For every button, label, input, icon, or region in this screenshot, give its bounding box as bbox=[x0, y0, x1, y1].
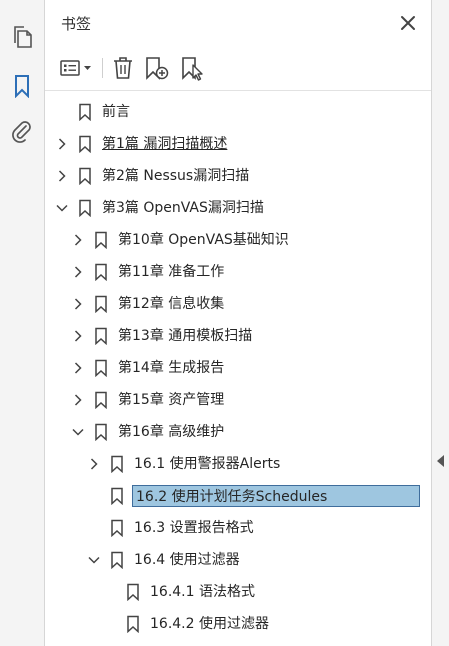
bookmark-label[interactable]: 第11章 准备工作 bbox=[116, 262, 226, 282]
bookmark-row[interactable]: 第10章 OpenVAS基础知识 bbox=[45, 224, 431, 256]
navigation-rail bbox=[0, 0, 45, 646]
copy-pages-icon bbox=[11, 25, 33, 49]
chevron-right-icon[interactable] bbox=[71, 361, 85, 375]
bookmark-icon bbox=[94, 423, 108, 441]
bookmark-icon bbox=[13, 74, 31, 98]
bookmarks-toolbar bbox=[45, 46, 431, 91]
bookmark-label[interactable]: 第16章 高级维护 bbox=[116, 422, 226, 442]
close-panel-button[interactable] bbox=[399, 14, 417, 32]
bookmark-row[interactable]: 第15章 资产管理 bbox=[45, 384, 431, 416]
toolbar-separator bbox=[102, 58, 103, 78]
chevron-right-icon[interactable] bbox=[71, 233, 85, 247]
bookmark-label-selected[interactable]: 16.2 使用计划任务Schedules bbox=[132, 485, 420, 507]
bookmark-row[interactable]: 16.4 使用过滤器 bbox=[45, 544, 431, 576]
options-dropdown-button[interactable] bbox=[59, 54, 99, 82]
bookmarks-panel: 书签 前言 第1篇 漏洞扫描概述 第2篇 Nessus漏洞扫描 第3篇 Open… bbox=[45, 0, 431, 646]
bookmarks-panel-button[interactable] bbox=[8, 72, 36, 100]
bookmark-row[interactable]: 第1篇 漏洞扫描概述 bbox=[45, 128, 431, 160]
bookmark-icon bbox=[110, 551, 124, 569]
bookmark-label[interactable]: 第12章 信息收集 bbox=[116, 294, 226, 314]
new-bookmark-icon bbox=[143, 55, 171, 81]
bookmark-row[interactable]: 第3篇 OpenVAS漏洞扫描 bbox=[45, 192, 431, 224]
bookmark-row[interactable]: 第11章 准备工作 bbox=[45, 256, 431, 288]
bookmark-label[interactable]: 16.3 设置报告格式 bbox=[132, 518, 256, 538]
bookmark-label[interactable]: 第10章 OpenVAS基础知识 bbox=[116, 230, 291, 250]
chevron-right-icon[interactable] bbox=[71, 329, 85, 343]
bookmark-icon bbox=[94, 263, 108, 281]
bookmark-row[interactable]: 16.4.2 使用过滤器 bbox=[45, 608, 431, 640]
bookmarks-window: 书签 前言 第1篇 漏洞扫描概述 第2篇 Nessus漏洞扫描 第3篇 Open… bbox=[0, 0, 449, 646]
panel-title: 书签 bbox=[61, 15, 92, 33]
bookmark-icon bbox=[78, 135, 92, 153]
bookmark-icon bbox=[94, 391, 108, 409]
bookmark-icon bbox=[78, 167, 92, 185]
bookmark-label[interactable]: 第3篇 OpenVAS漏洞扫描 bbox=[100, 198, 266, 218]
attachments-button[interactable] bbox=[8, 117, 36, 145]
collapse-arrow-icon bbox=[437, 455, 445, 467]
panel-header: 书签 bbox=[45, 0, 431, 46]
bookmark-row[interactable]: 16.3 设置报告格式 bbox=[45, 512, 431, 544]
chevron-right-icon[interactable] bbox=[71, 297, 85, 311]
new-bookmark-button[interactable] bbox=[143, 54, 171, 82]
bookmark-row[interactable]: 第13章 通用模板扫描 bbox=[45, 320, 431, 352]
bookmark-icon bbox=[126, 615, 140, 633]
bookmark-label[interactable]: 前言 bbox=[100, 102, 132, 122]
bookmark-icon bbox=[78, 103, 92, 121]
options-list-icon bbox=[59, 58, 99, 78]
bookmark-icon bbox=[110, 519, 124, 537]
bookmark-row[interactable]: 第2篇 Nessus漏洞扫描 bbox=[45, 160, 431, 192]
chevron-down-icon[interactable] bbox=[87, 553, 101, 567]
chevron-down-icon[interactable] bbox=[55, 201, 69, 215]
bookmark-label[interactable]: 第13章 通用模板扫描 bbox=[116, 326, 254, 346]
bookmark-icon bbox=[110, 455, 124, 473]
close-icon bbox=[399, 14, 417, 32]
paperclip-icon bbox=[11, 119, 33, 143]
bookmark-icon bbox=[94, 359, 108, 377]
bookmark-row[interactable]: 第16章 高级维护 bbox=[45, 416, 431, 448]
chevron-down-icon[interactable] bbox=[71, 425, 85, 439]
trash-icon bbox=[111, 55, 135, 81]
bookmark-from-selection-icon bbox=[179, 55, 207, 81]
panel-collapse-strip[interactable] bbox=[431, 0, 449, 646]
chevron-right-icon[interactable] bbox=[71, 393, 85, 407]
bookmark-label[interactable]: 16.4.2 使用过滤器 bbox=[148, 614, 271, 634]
bookmark-row[interactable]: 前言 bbox=[45, 96, 431, 128]
delete-bookmark-button[interactable] bbox=[111, 54, 135, 82]
chevron-right-icon[interactable] bbox=[87, 457, 101, 471]
bookmark-row[interactable]: 16.2 使用计划任务Schedules bbox=[45, 480, 431, 512]
page-thumbnails-button[interactable] bbox=[8, 23, 36, 51]
bookmark-icon bbox=[94, 231, 108, 249]
bookmark-label[interactable]: 第14章 生成报告 bbox=[116, 358, 226, 378]
bookmark-icon bbox=[126, 583, 140, 601]
bookmark-label[interactable]: 第2篇 Nessus漏洞扫描 bbox=[100, 166, 251, 186]
bookmark-label[interactable]: 第15章 资产管理 bbox=[116, 390, 226, 410]
bookmark-row[interactable]: 16.1 使用警报器Alerts bbox=[45, 448, 431, 480]
bookmark-row[interactable]: 第12章 信息收集 bbox=[45, 288, 431, 320]
chevron-right-icon[interactable] bbox=[55, 137, 69, 151]
bookmark-icon bbox=[94, 295, 108, 313]
bookmark-label[interactable]: 16.1 使用警报器Alerts bbox=[132, 454, 282, 474]
bookmark-from-selection-button[interactable] bbox=[179, 54, 207, 82]
bookmark-tree: 前言第1篇 漏洞扫描概述第2篇 Nessus漏洞扫描 第3篇 OpenVAS漏洞扫… bbox=[45, 96, 431, 640]
bookmark-row[interactable]: 第14章 生成报告 bbox=[45, 352, 431, 384]
bookmark-label[interactable]: 第1篇 漏洞扫描概述 bbox=[100, 134, 229, 154]
bookmark-icon bbox=[110, 487, 124, 505]
bookmark-label[interactable]: 16.4 使用过滤器 bbox=[132, 550, 242, 570]
chevron-right-icon[interactable] bbox=[55, 169, 69, 183]
bookmark-icon bbox=[78, 199, 92, 217]
bookmark-row[interactable]: 16.4.1 语法格式 bbox=[45, 576, 431, 608]
chevron-right-icon[interactable] bbox=[71, 265, 85, 279]
bookmark-icon bbox=[94, 327, 108, 345]
bookmark-label[interactable]: 16.4.1 语法格式 bbox=[148, 582, 257, 602]
